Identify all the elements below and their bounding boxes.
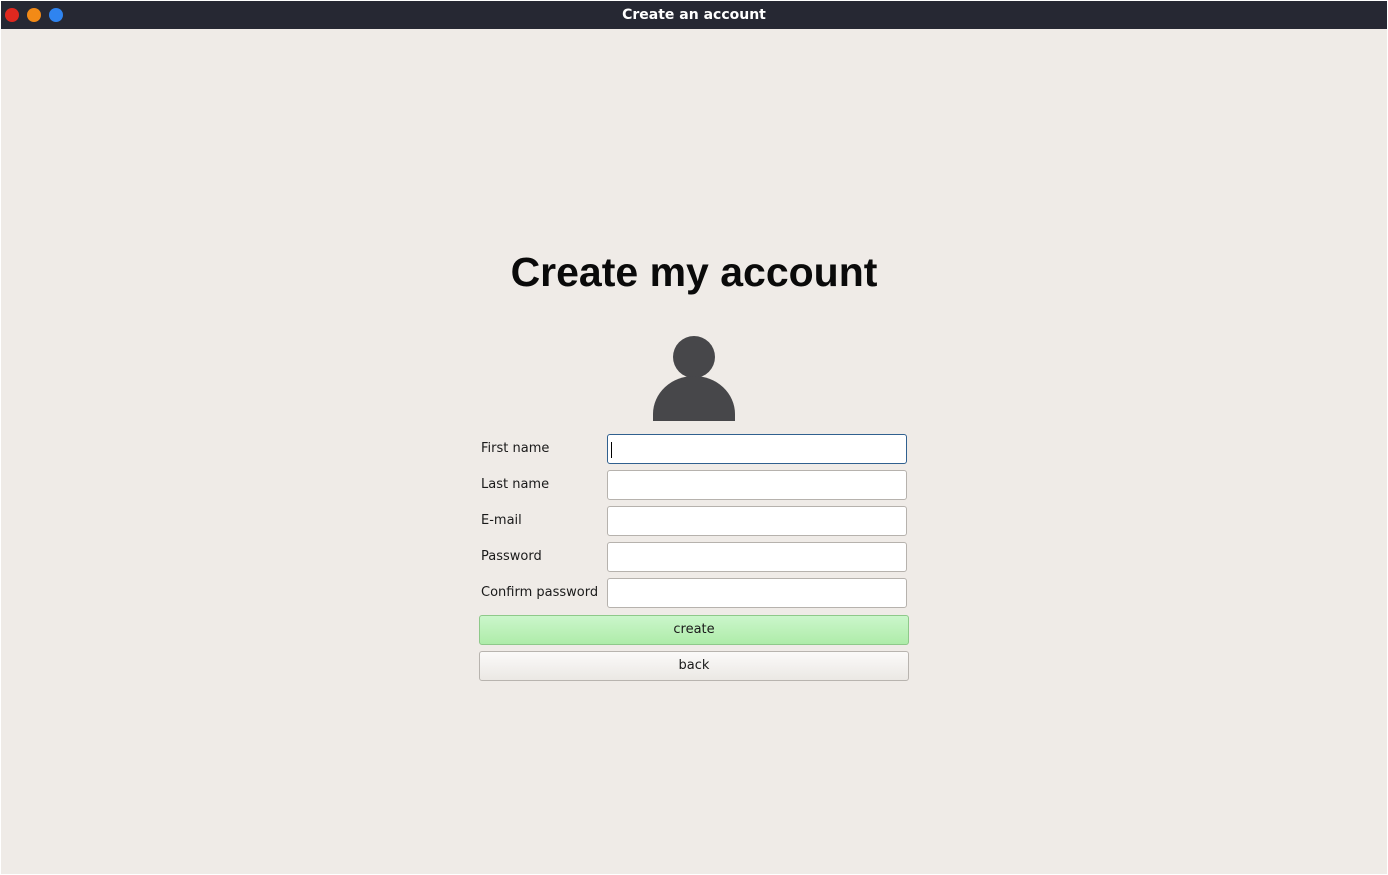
first-name-label: First name — [481, 441, 550, 456]
page-title: Create my account — [510, 249, 878, 295]
title-bar: Create an account — [1, 1, 1387, 29]
create-button[interactable]: create — [479, 615, 909, 645]
first-name-input[interactable] — [607, 434, 907, 464]
user-avatar-icon — [653, 336, 735, 421]
last-name-label: Last name — [481, 477, 550, 492]
password-label: Password — [481, 549, 542, 564]
confirm-password-label: Confirm password — [481, 585, 599, 600]
window-title: Create an account — [622, 7, 766, 23]
back-button[interactable]: back — [479, 651, 909, 681]
email-label: E-mail — [481, 513, 522, 528]
text-cursor — [611, 442, 612, 458]
password-input[interactable] — [607, 542, 907, 572]
confirm-password-input[interactable] — [607, 578, 907, 608]
email-input[interactable] — [607, 506, 907, 536]
app-window: Create an account Create my account Firs… — [1, 1, 1387, 874]
last-name-input[interactable] — [607, 470, 907, 500]
